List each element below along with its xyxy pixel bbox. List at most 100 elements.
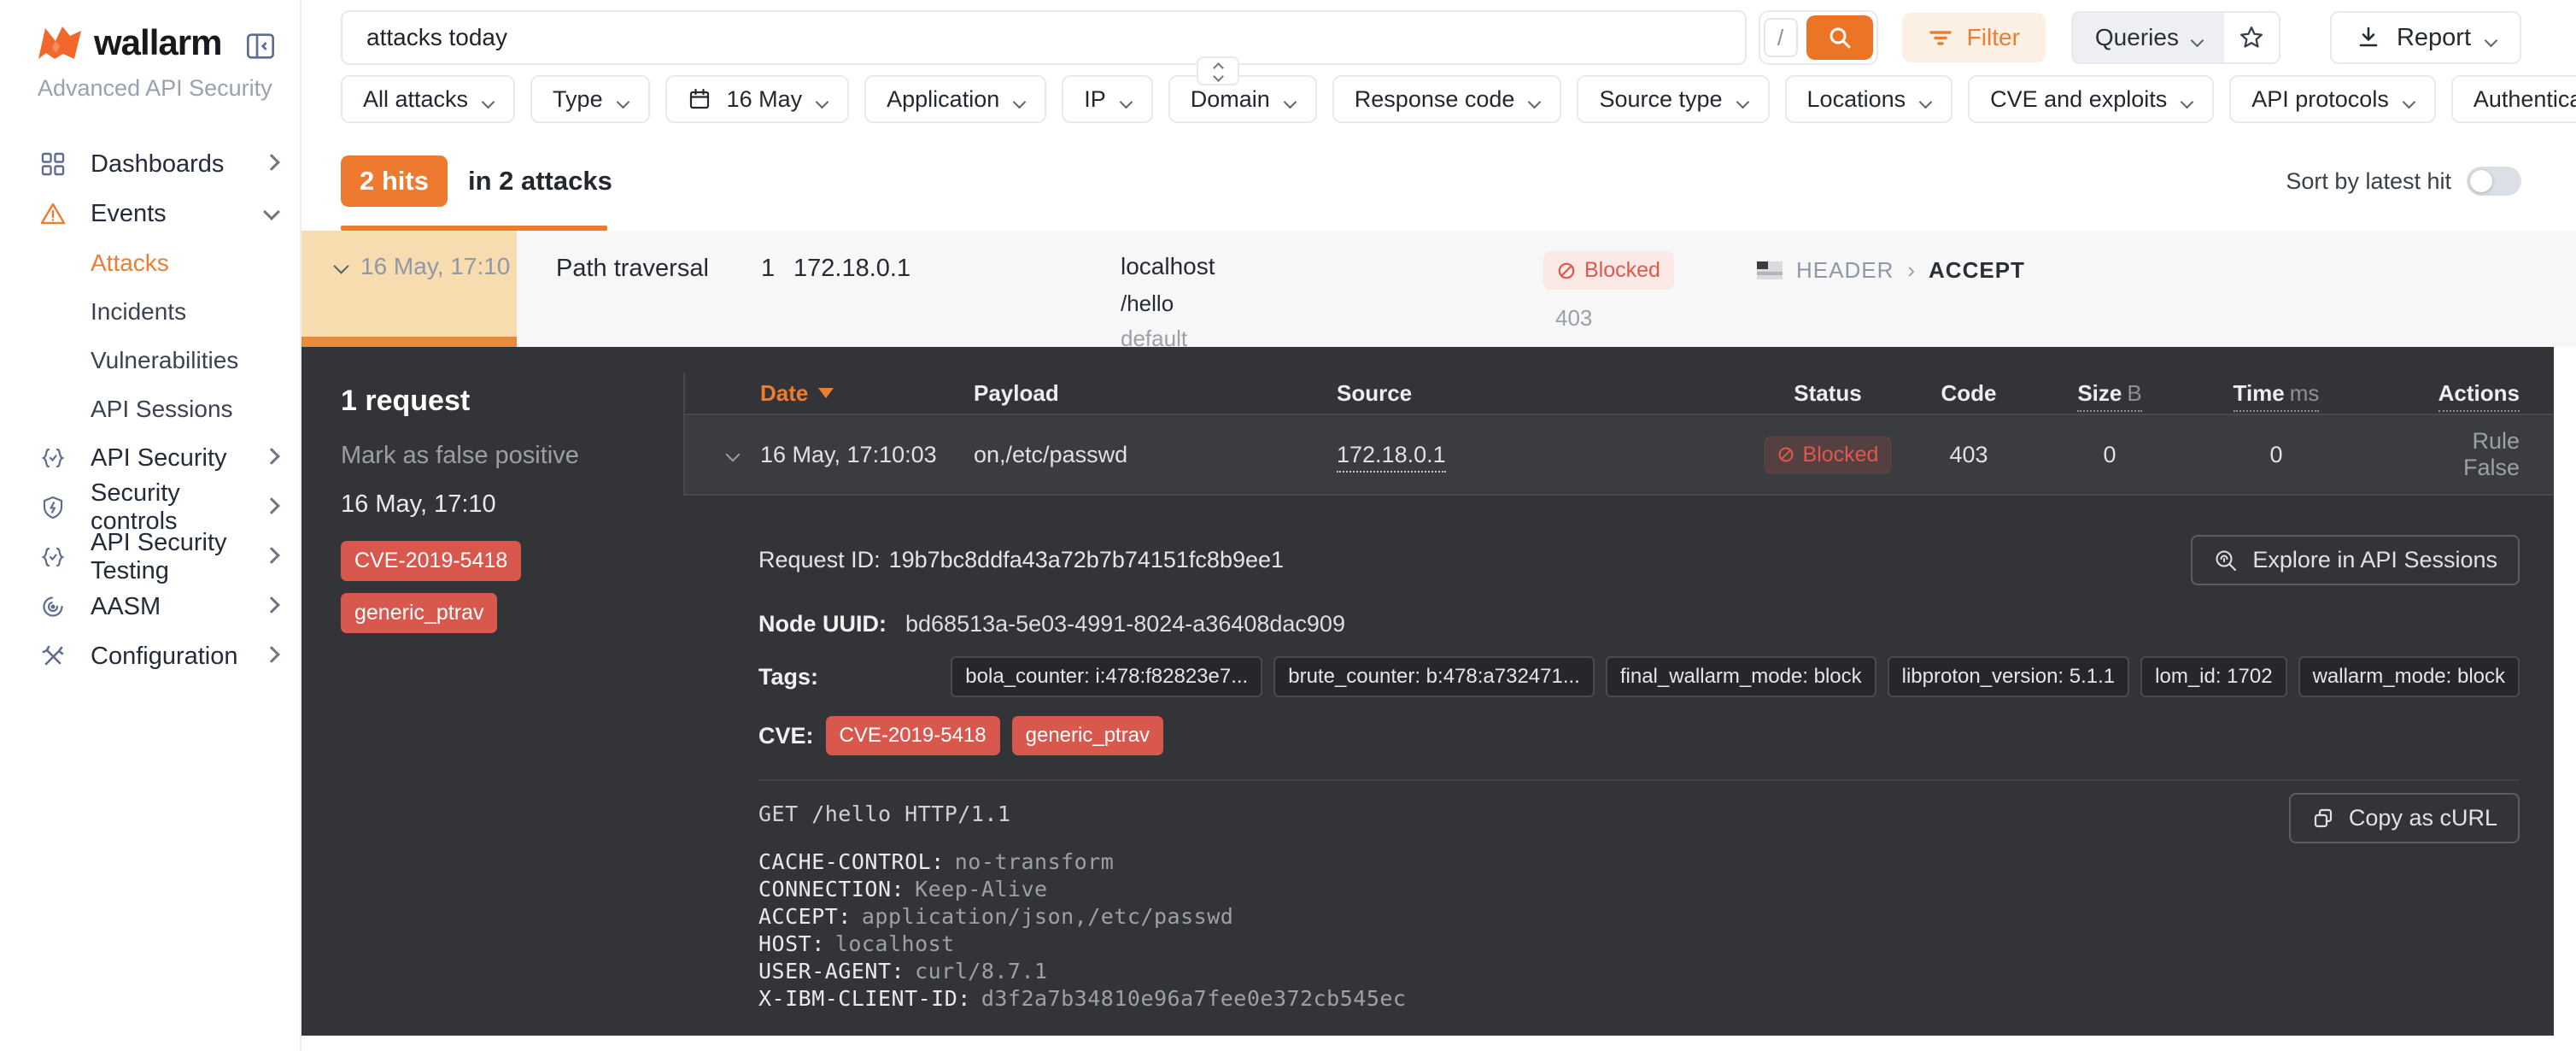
http-header-line: HOST:localhost: [758, 931, 2520, 958]
filter-chip-date[interactable]: 16 May: [665, 75, 850, 123]
filter-chip-source-type[interactable]: Source type: [1577, 75, 1769, 123]
sidebar-item-security-controls[interactable]: Security controls: [38, 483, 278, 532]
meta-tag[interactable]: wallarm_mode: block: [2298, 656, 2520, 697]
rule-action-link[interactable]: Rule: [2472, 428, 2520, 454]
column-header-time[interactable]: Timems: [2191, 380, 2362, 407]
copy-as-curl-button[interactable]: Copy as cURL: [2289, 793, 2520, 843]
filter-chip-label: Type: [553, 86, 603, 113]
filter-button-label: Filter: [1967, 24, 2020, 51]
sidebar-item-label: API Security: [91, 444, 243, 473]
chevron-down-icon: [333, 258, 348, 273]
sidebar-item-events[interactable]: Events: [38, 189, 278, 238]
tags-row: Tags: bola_counter: i:478:f82823e7... br…: [758, 656, 2520, 697]
filter-chip-cve-exploits[interactable]: CVE and exploits: [1968, 75, 2214, 123]
sidebar-item-aasm[interactable]: AASM: [38, 582, 278, 631]
cell-actions: Rule False: [2362, 428, 2520, 481]
http-header-line: CACHE-CONTROL:no-transform: [758, 848, 2520, 876]
meta-tag[interactable]: libproton_version: 5.1.1: [1888, 656, 2130, 697]
status-badge: Blocked: [1764, 436, 1893, 474]
meta-tag[interactable]: final_wallarm_mode: block: [1606, 656, 1876, 697]
search-button[interactable]: [1806, 15, 1873, 60]
filter-chip-domain[interactable]: Domain: [1168, 75, 1317, 123]
sidebar-item-api-security[interactable]: API Security: [38, 433, 278, 483]
sidebar-item-label: AASM: [91, 593, 243, 621]
filter-chip-type[interactable]: Type: [530, 75, 650, 123]
filter-chip-locations[interactable]: Locations: [1785, 75, 1953, 123]
mark-false-positive-link[interactable]: Mark as false positive: [341, 442, 658, 470]
column-header-actions[interactable]: Actions: [2362, 380, 2520, 407]
favorite-star-button[interactable]: [2224, 13, 2279, 62]
column-header-source: Source: [1337, 380, 1747, 407]
attack-row[interactable]: 16 May, 17:10 Path traversal 1 172.18.0.…: [302, 231, 2576, 347]
column-header-size[interactable]: SizeB: [2029, 380, 2191, 407]
report-button[interactable]: Report: [2330, 11, 2521, 64]
api-braces-icon: [38, 445, 68, 471]
attack-date-cell[interactable]: 16 May, 17:10: [302, 231, 517, 347]
sidebar-item-dashboards[interactable]: Dashboards: [38, 139, 278, 189]
search-input[interactable]: [341, 10, 1747, 65]
attack-tags: CVE-2019-5418 generic_ptrav: [341, 541, 658, 633]
filter-button[interactable]: Filter: [1902, 13, 2046, 62]
copy-icon: [2311, 807, 2335, 831]
sidebar-item-api-sessions[interactable]: API Sessions: [38, 385, 278, 433]
sidebar-item-configuration[interactable]: Configuration: [38, 631, 278, 681]
requests-table: Date Payload Source Status Code SizeB Ti…: [683, 373, 2554, 496]
meta-tag[interactable]: brute_counter: b:478:a732471...: [1273, 656, 1595, 697]
cell-code: 403: [1909, 442, 2029, 468]
http-header-line: CONNECTION:Keep-Alive: [758, 876, 2520, 903]
chevron-down-icon: [1121, 86, 1131, 113]
cell-payload: on,/etc/passwd: [974, 442, 1337, 468]
filter-chip-authentication[interactable]: Authentication: [2451, 75, 2576, 123]
meta-tag[interactable]: bola_counter: i:478:f82823e7...: [951, 656, 1262, 697]
filter-chip-ip[interactable]: IP: [1062, 75, 1153, 123]
sidebar-item-attacks[interactable]: Attacks: [38, 238, 278, 287]
hits-count-badge[interactable]: 2 hits: [341, 156, 448, 207]
filter-chip-response-code[interactable]: Response code: [1332, 75, 1562, 123]
sidebar-subitem-label: API Sessions: [91, 396, 233, 423]
filter-chip-label: Domain: [1191, 86, 1270, 113]
filter-chip-application[interactable]: Application: [864, 75, 1046, 123]
cve-label: CVE:: [758, 723, 814, 749]
chevron-down-icon: [2486, 24, 2496, 52]
cve-tag[interactable]: CVE-2019-5418: [341, 541, 521, 581]
product-subtitle: Advanced API Security: [38, 75, 300, 102]
http-header-line: ACCEPT:application/json,/etc/passwd: [758, 903, 2520, 931]
attack-hits-count: 1: [722, 231, 793, 347]
chevron-down-icon: [1015, 86, 1024, 113]
sidebar-subitem-label: Vulnerabilities: [91, 347, 238, 374]
chevron-down-icon[interactable]: [726, 448, 741, 462]
sidebar-item-label: Dashboards: [91, 150, 243, 179]
false-action-link[interactable]: False: [2463, 455, 2520, 480]
country-flag-icon: [1757, 261, 1783, 279]
filter-chip-label: Response code: [1355, 86, 1515, 113]
column-header-date[interactable]: Date: [760, 380, 974, 407]
calendar-icon: [688, 87, 711, 111]
sidebar-collapse-icon[interactable]: [243, 29, 278, 63]
request-table-row[interactable]: 16 May, 17:10:03 on,/etc/passwd 172.18.0…: [685, 415, 2554, 494]
node-uuid-value: bd68513a-5e03-4991-8024-a36408dac909: [905, 611, 1345, 637]
sort-toggle[interactable]: [2467, 167, 2521, 196]
dashboards-grid-icon: [38, 151, 68, 177]
queries-button[interactable]: Queries: [2073, 13, 2224, 62]
filter-chip-label: Authentication: [2474, 86, 2576, 113]
node-uuid-row: Node UUID: bd68513a-5e03-4991-8024-a3640…: [758, 611, 2520, 637]
attack-type-tag[interactable]: generic_ptrav: [341, 593, 497, 633]
sidebar-item-incidents[interactable]: Incidents: [38, 287, 278, 336]
collapse-filters-handle[interactable]: [1197, 56, 1239, 85]
attack-status-cell: Blocked 403: [1543, 231, 1757, 347]
attack-type-tag[interactable]: generic_ptrav: [1012, 716, 1163, 755]
chevron-right-icon: [266, 599, 278, 615]
meta-tag[interactable]: lom_id: 1702: [2140, 656, 2286, 697]
sidebar-item-vulnerabilities[interactable]: Vulnerabilities: [38, 336, 278, 385]
attack-source-ip: 172.18.0.1: [793, 231, 1121, 347]
chevron-down-icon: [2182, 86, 2192, 113]
queries-group: Queries: [2071, 11, 2280, 64]
cve-tag[interactable]: CVE-2019-5418: [826, 716, 1000, 755]
filter-chip-api-protocols[interactable]: API protocols: [2229, 75, 2436, 123]
cell-source[interactable]: 172.18.0.1: [1337, 442, 1747, 468]
status-badge: Blocked: [1543, 251, 1674, 290]
filter-chip-all-attacks[interactable]: All attacks: [341, 75, 515, 123]
sidebar-item-api-security-testing[interactable]: API Security Testing: [38, 532, 278, 582]
main-area: / Filter Qu: [302, 0, 2576, 1051]
explore-api-sessions-button[interactable]: Explore in API Sessions: [2191, 535, 2520, 585]
